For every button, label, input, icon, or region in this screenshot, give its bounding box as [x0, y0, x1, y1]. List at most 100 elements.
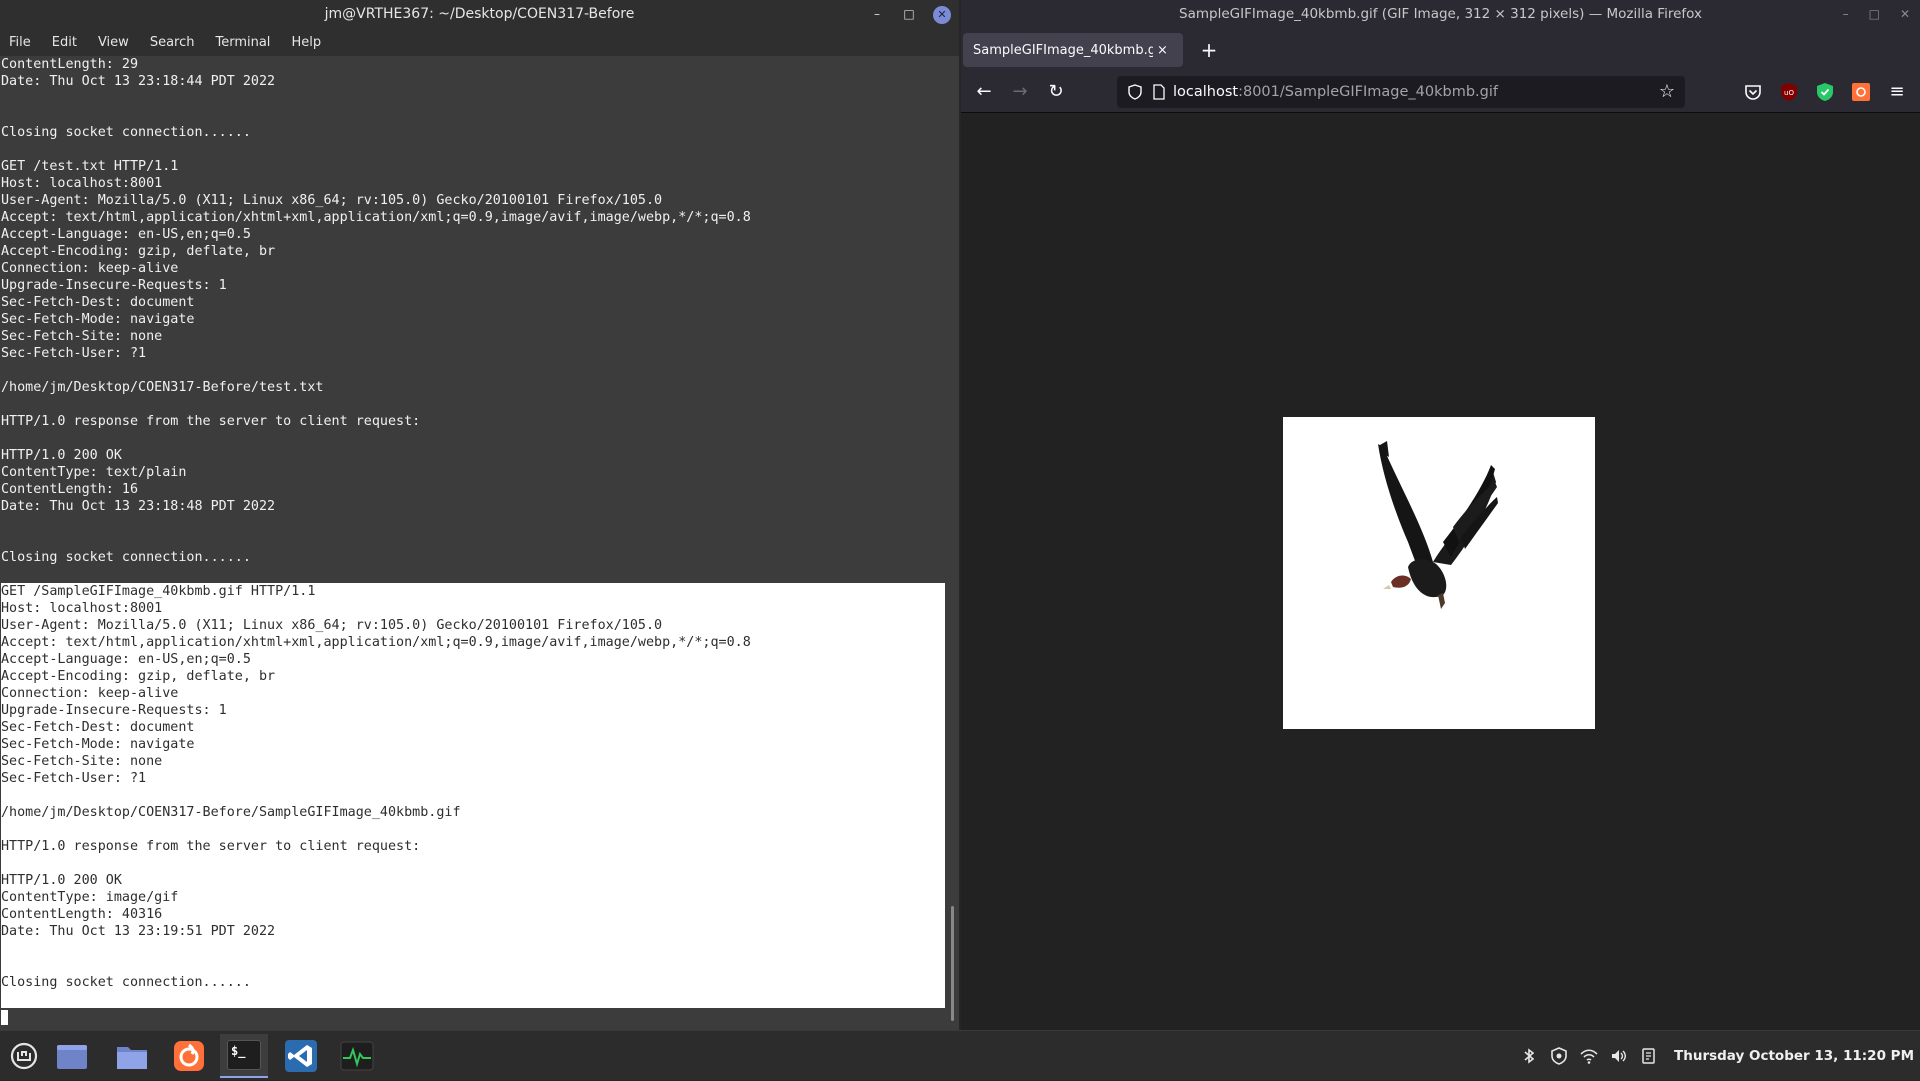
terminal-line: ContentType: text/plain [1, 465, 187, 480]
tab-label: SampleGIFImage_40kbmb.gif (GIF Image, 31… [973, 42, 1153, 58]
tracking-shield-icon[interactable] [1127, 84, 1143, 100]
notes-icon[interactable] [1640, 1047, 1658, 1065]
menu-terminal[interactable]: Terminal [212, 33, 273, 52]
terminal-line [1, 991, 945, 1008]
gif-image[interactable] [1283, 417, 1595, 729]
vscode-icon [285, 1040, 317, 1072]
reload-button[interactable]: ↻ [1043, 79, 1069, 105]
terminal-line: Accept-Language: en-US,en;q=0.5 [1, 651, 945, 668]
system-monitor-button[interactable] [333, 1034, 381, 1078]
vscode-button[interactable] [277, 1034, 325, 1078]
terminal-line: Connection: keep-alive [1, 685, 945, 702]
tab-close-icon[interactable]: × [1157, 43, 1168, 58]
bluetooth-icon[interactable] [1520, 1047, 1538, 1065]
terminal-line [1, 787, 945, 804]
terminal-menubar: File Edit View Search Terminal Help [0, 29, 959, 56]
eagle-image [1378, 441, 1498, 609]
terminal-line: Accept-Encoding: gzip, deflate, br [1, 668, 945, 685]
firefox-window: SampleGIFImage_40kbmb.gif (GIF Image, 31… [961, 0, 1920, 1030]
terminal-line: Closing socket connection...... [1, 974, 945, 991]
wifi-icon[interactable] [1580, 1047, 1598, 1065]
firefox-icon [174, 1041, 204, 1071]
terminal-line: User-Agent: Mozilla/5.0 (X11; Linux x86_… [1, 193, 663, 208]
firefox-button[interactable] [165, 1034, 213, 1078]
ff-close-button[interactable]: ✕ [1900, 0, 1910, 29]
pocket-icon[interactable] [1742, 81, 1764, 103]
terminal-line: Date: Thu Oct 13 23:18:44 PDT 2022 [1, 74, 276, 89]
back-button[interactable]: ← [971, 79, 997, 105]
terminal-line: Sec-Fetch-Dest: document [1, 295, 195, 310]
terminal-window: jm@VRTHE367: ~/Desktop/COEN317-Before – … [0, 0, 959, 1030]
terminal-titlebar[interactable]: jm@VRTHE367: ~/Desktop/COEN317-Before – … [0, 0, 959, 29]
terminal-line: GET /test.txt HTTP/1.1 [1, 159, 179, 174]
terminal-line [1, 821, 945, 838]
forward-button[interactable]: → [1007, 79, 1033, 105]
terminal-line: Sec-Fetch-Site: none [1, 329, 163, 344]
terminal-line: ContentType: image/gif [1, 889, 945, 906]
menu-search[interactable]: Search [147, 33, 198, 52]
mint-menu-button[interactable] [0, 1034, 48, 1078]
terminal-line: GET /SampleGIFImage_40kbmb.gif HTTP/1.1 [1, 583, 945, 600]
terminal-line: Host: localhost:8001 [1, 600, 945, 617]
ff-maximize-button[interactable]: □ [1869, 0, 1880, 29]
menu-view[interactable]: View [95, 33, 132, 52]
terminal-line: Accept-Encoding: gzip, deflate, br [1, 244, 276, 259]
terminal-line: Sec-Fetch-Mode: navigate [1, 312, 195, 327]
mint-menu-icon [10, 1042, 38, 1070]
terminal-button[interactable]: $_ [220, 1034, 268, 1078]
close-button[interactable]: ✕ [933, 5, 951, 24]
bookmark-star-icon[interactable]: ☆ [1655, 80, 1679, 104]
terminal-output[interactable]: ContentLength: 29 Date: Thu Oct 13 23:18:… [0, 56, 959, 1026]
terminal-line: Accept: text/html,application/xhtml+xml,… [1, 634, 945, 651]
hamburger-menu-icon[interactable]: ≡ [1884, 79, 1910, 105]
page-icon [1153, 84, 1165, 100]
menu-edit[interactable]: Edit [49, 33, 80, 52]
terminal-line: ContentLength: 40316 [1, 906, 945, 923]
terminal-line: Closing socket connection...... [1, 550, 251, 565]
url-bar[interactable]: localhost:8001/SampleGIFImage_40kbmb.gif… [1117, 76, 1685, 108]
terminal-line: Accept-Language: en-US,en;q=0.5 [1, 227, 251, 242]
files-icon [57, 1045, 87, 1069]
scrollbar-thumb[interactable] [951, 906, 954, 1021]
taskbar: $_ Thursday October 13, 11:20 PM [0, 1030, 1920, 1080]
terminal-line: User-Agent: Mozilla/5.0 (X11; Linux x86_… [1, 617, 945, 634]
new-tab-button[interactable]: + [1196, 37, 1222, 63]
clock[interactable]: Thursday October 13, 11:20 PM [1674, 1048, 1914, 1064]
terminal-line [1, 855, 945, 872]
terminal-line: Sec-Fetch-User: ?1 [1, 346, 147, 361]
maximize-button[interactable]: □ [901, 7, 917, 23]
ff-minimize-button[interactable]: – [1843, 0, 1849, 29]
update-shield-icon[interactable] [1550, 1047, 1568, 1065]
terminal-scrollbar[interactable] [945, 56, 959, 1026]
terminal-line: /home/jm/Desktop/COEN317-Before/SampleGI… [1, 804, 945, 821]
show-desktop-button[interactable] [48, 1034, 96, 1078]
terminal-text: ContentLength: 29 Date: Thu Oct 13 23:18:… [1, 56, 945, 1008]
terminal-line: Sec-Fetch-User: ?1 [1, 770, 945, 787]
terminal-line [1, 957, 945, 974]
terminal-line: Connection: keep-alive [1, 261, 179, 276]
terminal-line: Upgrade-Insecure-Requests: 1 [1, 278, 227, 293]
svg-text:uO: uO [1784, 89, 1794, 97]
system-tray: Thursday October 13, 11:20 PM [1520, 1031, 1920, 1081]
terminal-line: Upgrade-Insecure-Requests: 1 [1, 702, 945, 719]
minimize-button[interactable]: – [869, 7, 885, 23]
menu-file[interactable]: File [6, 33, 34, 52]
volume-icon[interactable] [1610, 1047, 1628, 1065]
privacy-shield-icon[interactable] [1814, 81, 1836, 103]
menu-help[interactable]: Help [288, 33, 324, 52]
firefox-titlebar[interactable]: SampleGIFImage_40kbmb.gif (GIF Image, 31… [961, 0, 1920, 29]
url-path: :8001/SampleGIFImage_40kbmb.gif [1238, 84, 1498, 100]
ublock-icon[interactable]: uO [1778, 81, 1800, 103]
tab-active[interactable]: SampleGIFImage_40kbmb.gif (GIF Image, 31… [963, 33, 1183, 67]
files-button[interactable] [108, 1034, 156, 1078]
firefox-title: SampleGIFImage_40kbmb.gif (GIF Image, 31… [1179, 6, 1702, 22]
terminal-line: Host: localhost:8001 [1, 176, 163, 191]
extension-icon[interactable] [1850, 81, 1872, 103]
terminal-line: /home/jm/Desktop/COEN317-Before/test.txt [1, 380, 324, 395]
